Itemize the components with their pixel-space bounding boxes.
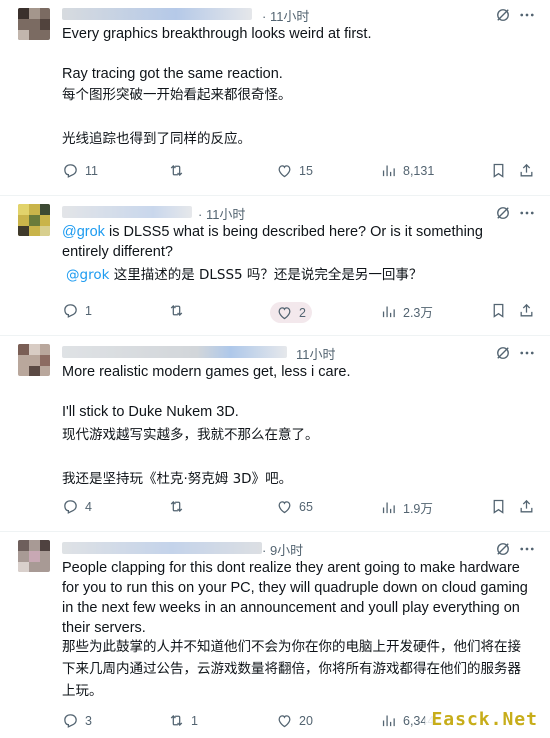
views-icon bbox=[380, 499, 397, 516]
grok-icon[interactable] bbox=[494, 344, 512, 362]
views-icon bbox=[380, 712, 397, 729]
tweet-text-en: More realistic modern games get, less i … bbox=[62, 364, 351, 420]
bookmark-button[interactable] bbox=[490, 302, 507, 319]
author-name[interactable] bbox=[62, 8, 252, 20]
more-icon[interactable] bbox=[518, 344, 536, 362]
bookmark-icon bbox=[490, 498, 507, 515]
views-button[interactable]: 2.3万 bbox=[380, 302, 433, 321]
share-button[interactable] bbox=[518, 302, 535, 319]
heart-icon bbox=[276, 712, 293, 729]
like-button[interactable]: 15 bbox=[276, 162, 313, 179]
mention-link[interactable]: @grok bbox=[62, 224, 105, 240]
reply-count: 4 bbox=[85, 499, 92, 514]
repost-button[interactable] bbox=[168, 302, 191, 319]
tweet-3[interactable]: 11小时 More realistic modern games get, le… bbox=[0, 336, 550, 532]
repost-icon bbox=[168, 162, 185, 179]
more-icon[interactable] bbox=[518, 6, 536, 24]
share-icon bbox=[518, 162, 535, 179]
tweet-actions: 11 15 8,131 bbox=[62, 162, 542, 182]
views-count: 8,131 bbox=[403, 163, 435, 178]
share-button[interactable] bbox=[518, 498, 535, 515]
like-count: 2 bbox=[299, 305, 306, 320]
avatar[interactable] bbox=[18, 344, 50, 376]
tweet-actions: 4 65 1.9万 bbox=[62, 498, 542, 518]
grok-icon[interactable] bbox=[494, 6, 512, 24]
tweet-text-en: Every graphics breakthrough looks weird … bbox=[62, 26, 372, 82]
repost-count: 1 bbox=[191, 713, 198, 728]
grok-icon[interactable] bbox=[494, 540, 512, 558]
bookmark-icon bbox=[490, 162, 507, 179]
tweet-time[interactable]: · 11小时 bbox=[262, 6, 309, 25]
bookmark-button[interactable] bbox=[490, 162, 507, 179]
like-button[interactable]: 20 bbox=[276, 712, 313, 729]
tweet-2[interactable]: · 11小时 @grok is DLSS5 what is being desc… bbox=[0, 196, 550, 336]
tweet-time[interactable]: 11小时 bbox=[296, 344, 336, 363]
site-watermark: Easck.Net bbox=[425, 707, 544, 732]
avatar[interactable] bbox=[18, 204, 50, 236]
heart-icon bbox=[276, 304, 293, 321]
more-icon[interactable] bbox=[518, 204, 536, 222]
like-count: 15 bbox=[299, 163, 313, 178]
views-count: 2.3万 bbox=[403, 306, 433, 320]
reply-button[interactable]: 3 bbox=[62, 712, 92, 729]
repost-icon bbox=[168, 302, 185, 319]
author-name[interactable] bbox=[62, 542, 262, 554]
reply-button[interactable]: 1 bbox=[62, 302, 92, 319]
heart-icon bbox=[276, 162, 293, 179]
views-count: 1.9万 bbox=[403, 502, 433, 516]
like-button[interactable]: 2 bbox=[270, 302, 312, 323]
tweet-text-en: People clapping for this dont realize th… bbox=[62, 560, 532, 636]
heart-icon bbox=[276, 498, 293, 515]
bookmark-icon bbox=[490, 302, 507, 319]
grok-icon[interactable] bbox=[494, 204, 512, 222]
share-button[interactable] bbox=[518, 162, 535, 179]
repost-button[interactable] bbox=[168, 498, 191, 515]
like-button[interactable]: 65 bbox=[276, 498, 313, 515]
views-button[interactable]: 1.9万 bbox=[380, 498, 433, 517]
tweet-1[interactable]: · 11小时 Every graphics breakthrough looks… bbox=[0, 0, 550, 196]
reply-count: 3 bbox=[85, 713, 92, 728]
reply-icon bbox=[62, 712, 79, 729]
tweet-text-translation: 现代游戏越写实越多，我就不那么在意了。 我还是坚持玩《杜克·努克姆 3D》吧。 bbox=[62, 427, 319, 487]
repost-button[interactable] bbox=[168, 162, 191, 179]
reply-button[interactable]: 11 bbox=[62, 162, 98, 179]
tweet-text-translation: 那些为此鼓掌的人并不知道他们不会为你在你的电脑上开发硬件，他们将在接下来几周内通… bbox=[62, 639, 521, 699]
views-button[interactable]: 8,131 bbox=[380, 162, 434, 179]
share-icon bbox=[518, 302, 535, 319]
share-icon bbox=[518, 498, 535, 515]
mention-link[interactable]: @grok bbox=[66, 267, 109, 283]
repost-icon bbox=[168, 712, 185, 729]
tweet-text-translation: 每个图形突破一开始看起来都很奇怪。 光线追踪也得到了同样的反应。 bbox=[62, 87, 292, 147]
reply-icon bbox=[62, 162, 79, 179]
more-icon[interactable] bbox=[518, 540, 536, 558]
like-count: 20 bbox=[299, 713, 313, 728]
reply-count: 11 bbox=[85, 163, 98, 178]
author-name[interactable] bbox=[62, 346, 287, 358]
like-count: 65 bbox=[299, 499, 313, 514]
tweet-time[interactable]: · 9小时 bbox=[262, 540, 303, 559]
views-icon bbox=[380, 162, 397, 179]
views-icon bbox=[380, 303, 397, 320]
reply-button[interactable]: 4 bbox=[62, 498, 92, 515]
repost-button[interactable]: 1 bbox=[168, 712, 198, 729]
reply-count: 1 bbox=[85, 303, 92, 318]
tweet-time[interactable]: · 11小时 bbox=[198, 204, 245, 223]
reply-icon bbox=[62, 498, 79, 515]
reply-icon bbox=[62, 302, 79, 319]
avatar[interactable] bbox=[18, 8, 50, 40]
repost-icon bbox=[168, 498, 185, 515]
tweet-actions: 1 2 2.3万 bbox=[62, 302, 542, 323]
tweet-text-translation: @grok 这里描述的是 DLSS5 吗？还是说完全是另一回事？ bbox=[66, 267, 423, 283]
avatar[interactable] bbox=[18, 540, 50, 572]
bookmark-button[interactable] bbox=[490, 498, 507, 515]
tweet-text-en: @grok is DLSS5 what is being described h… bbox=[62, 224, 487, 260]
author-name[interactable] bbox=[62, 206, 192, 218]
